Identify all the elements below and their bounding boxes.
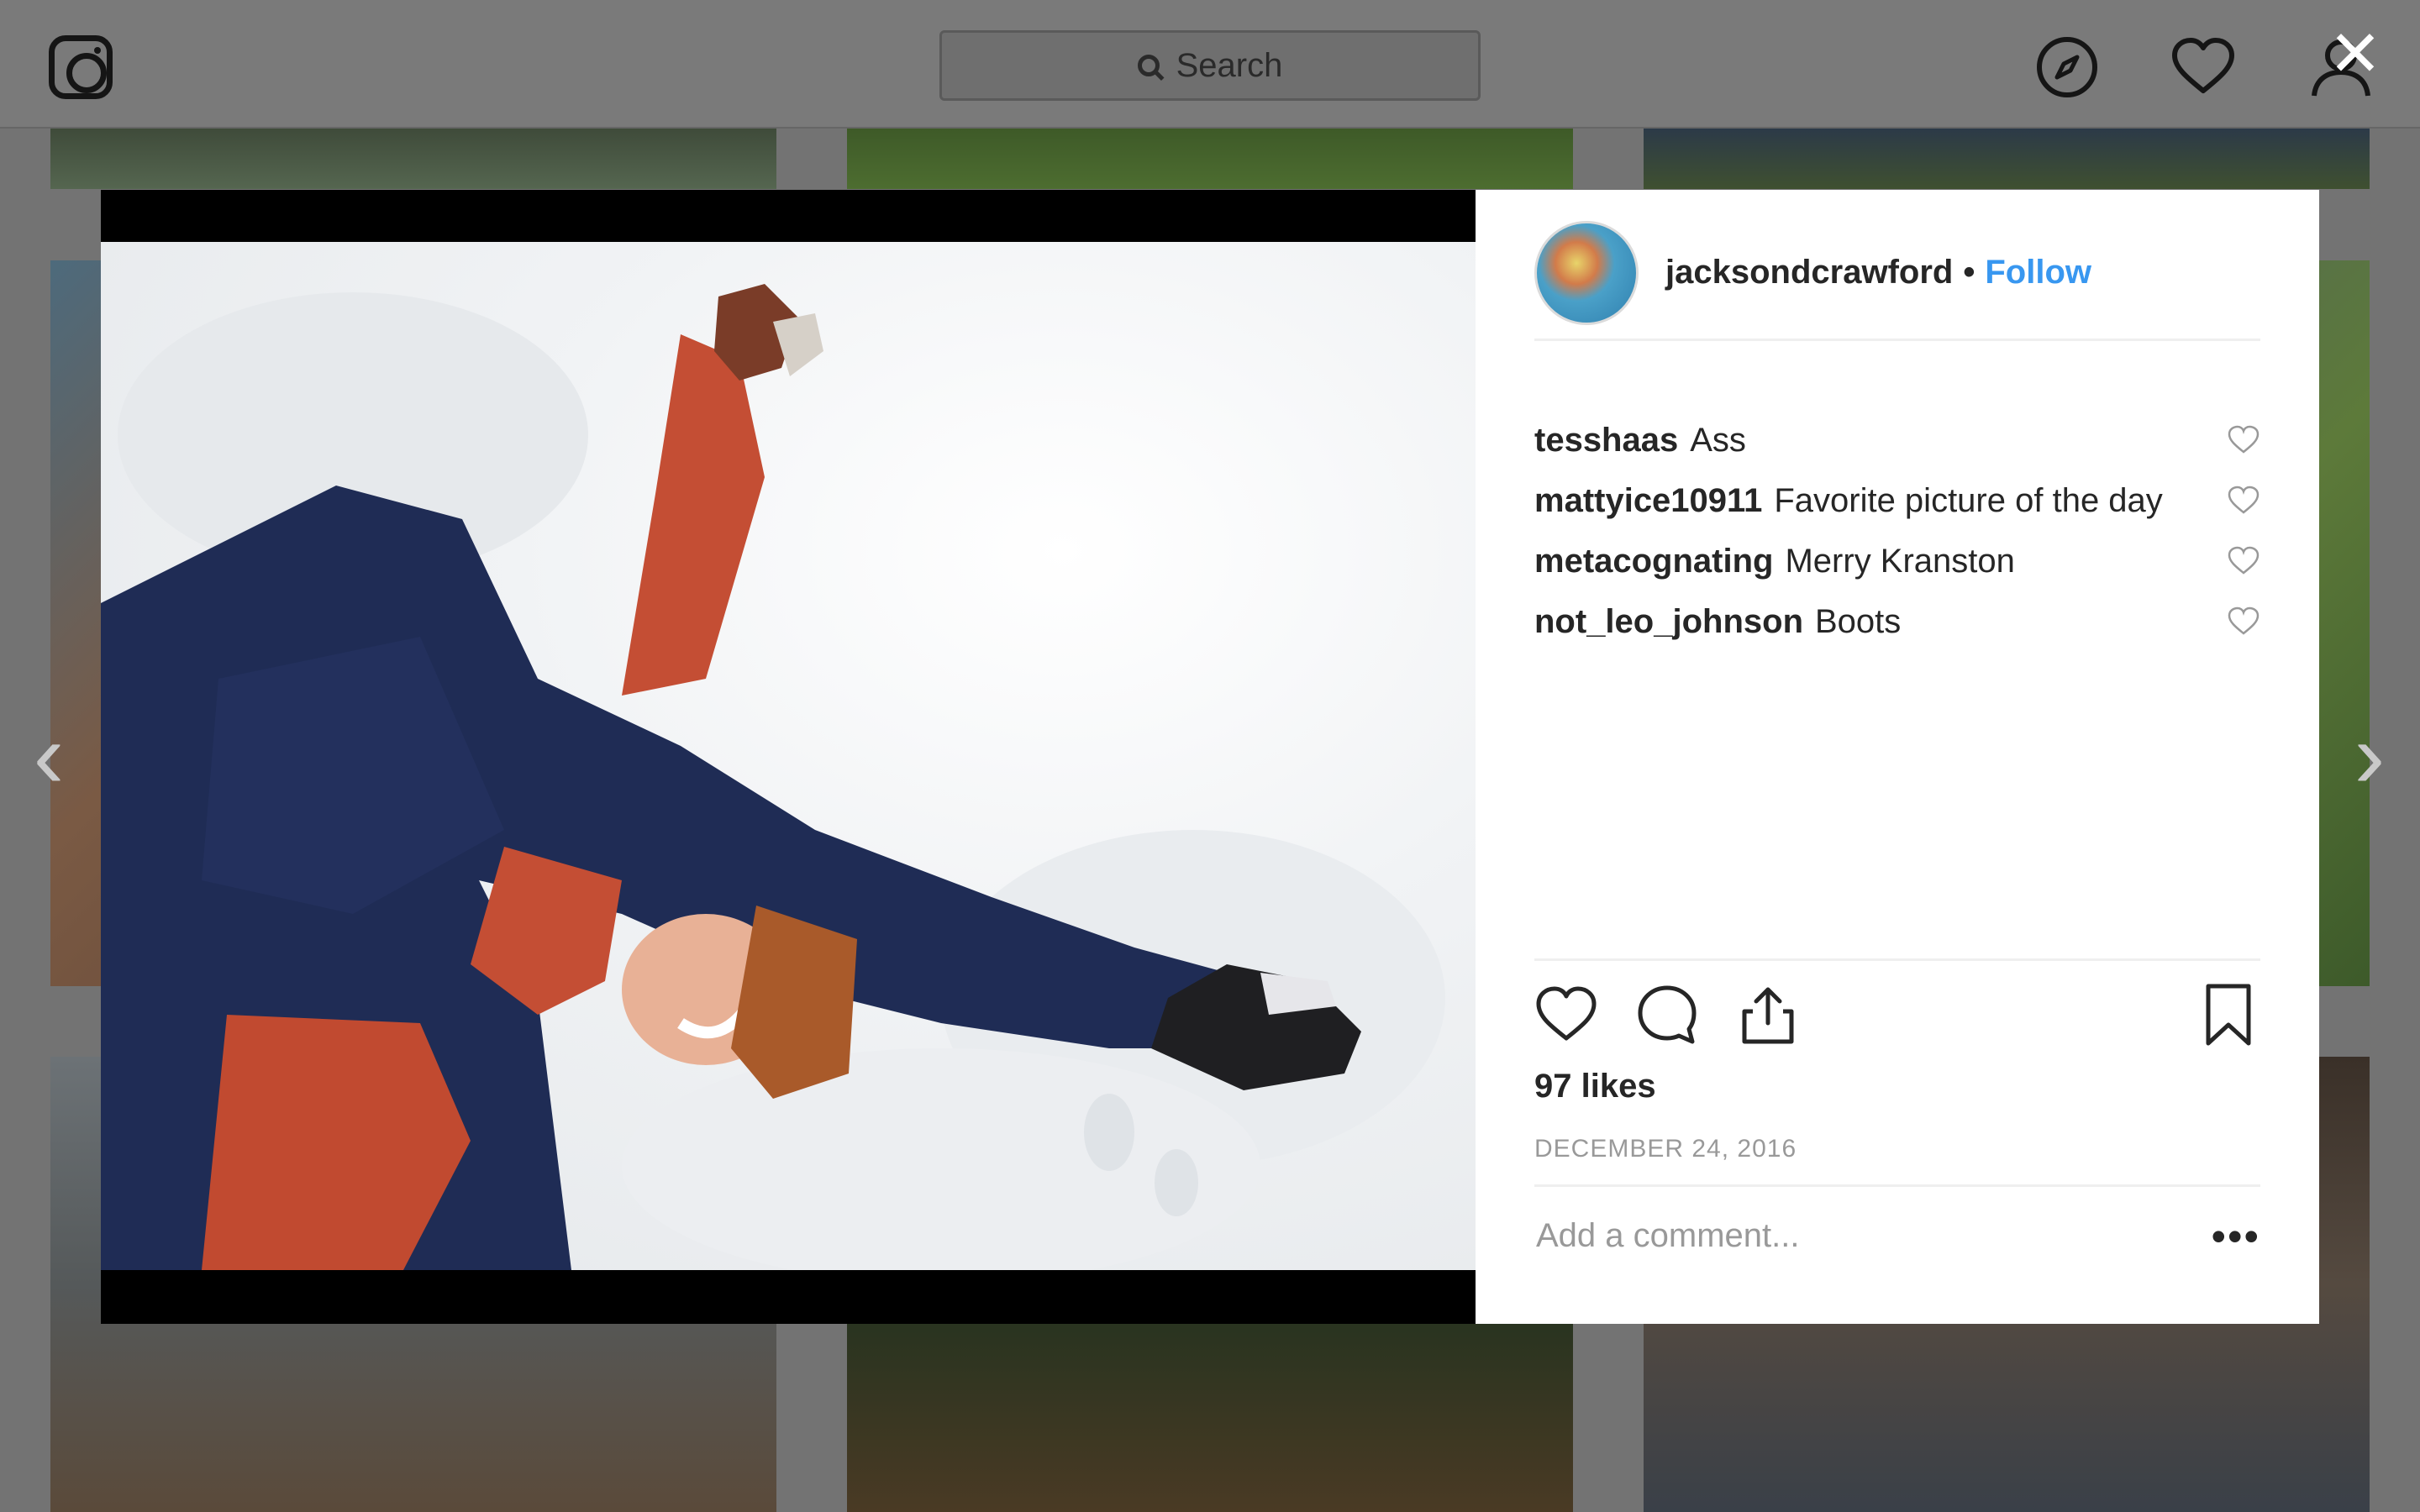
post-header: jacksondcrawford • Follow: [1534, 220, 2260, 341]
search-box[interactable]: Search: [939, 30, 1481, 101]
heart-icon[interactable]: [2170, 34, 2237, 101]
comment-row: metacognating Merry Kranston: [1534, 531, 2260, 591]
feed-tile[interactable]: [50, 129, 776, 189]
comment-username[interactable]: not_leo_johnson: [1534, 603, 1803, 640]
feed-tile[interactable]: [847, 129, 1573, 189]
comment-username[interactable]: mattyice10911: [1534, 482, 1762, 519]
post-photo[interactable]: [101, 242, 1476, 1270]
comment-username[interactable]: tesshaas: [1534, 422, 1678, 459]
follow-button[interactable]: Follow: [1985, 254, 2091, 291]
more-options-icon[interactable]: •••: [2211, 1215, 2260, 1257]
separator-dot: •: [1963, 254, 1975, 291]
comment-text: Favorite picture of the day: [1774, 481, 2163, 519]
comment-bubble-icon[interactable]: [1635, 983, 1699, 1047]
comment-row: mattyice10911 Favorite picture of the day: [1534, 470, 2260, 531]
like-comment-heart-icon[interactable]: [2227, 544, 2260, 578]
share-icon[interactable]: [1736, 983, 1800, 1047]
search-icon: [1137, 55, 1160, 76]
search-placeholder: Search: [1176, 46, 1283, 84]
add-comment-input[interactable]: [1534, 1216, 2123, 1256]
previous-post-arrow-icon[interactable]: ‹: [24, 710, 74, 802]
like-comment-heart-icon[interactable]: [2227, 484, 2260, 517]
instagram-logo-icon[interactable]: [49, 35, 113, 99]
post-details-panel: jacksondcrawford • Follow tesshaas Ass ma…: [1476, 190, 2319, 1324]
comment-row: not_leo_johnson Boots: [1534, 591, 2260, 652]
comment-row: tesshaas Ass: [1534, 410, 2260, 470]
comment-text: Ass: [1690, 421, 1746, 459]
next-post-arrow-icon[interactable]: ›: [2344, 710, 2395, 802]
comment-text: Boots: [1815, 602, 1902, 640]
top-nav-bar: Search ✕: [0, 0, 2420, 129]
like-comment-heart-icon[interactable]: [2227, 605, 2260, 638]
comment-username[interactable]: metacognating: [1534, 543, 1773, 580]
avatar[interactable]: [1534, 220, 1639, 325]
post-author-username[interactable]: jacksondcrawford: [1665, 254, 1953, 291]
post-actions-bar: [1534, 958, 2260, 1068]
likes-count[interactable]: 97 likes: [1534, 1068, 1656, 1105]
snow-angel-photo-illustration: [101, 284, 1445, 1270]
post-media: [101, 190, 1476, 1324]
post-date: DECEMBER 24, 2016: [1534, 1135, 1797, 1163]
comment-text: Merry Kranston: [1785, 542, 2015, 580]
add-comment-bar: •••: [1534, 1184, 2260, 1285]
feed-tile[interactable]: [1644, 129, 2370, 189]
post-modal: jacksondcrawford • Follow tesshaas Ass ma…: [101, 190, 2319, 1324]
close-icon[interactable]: ✕: [2326, 23, 2385, 87]
bookmark-icon[interactable]: [2196, 983, 2260, 1047]
compass-icon[interactable]: [2033, 34, 2101, 101]
like-comment-heart-icon[interactable]: [2227, 423, 2260, 457]
like-heart-icon[interactable]: [1534, 983, 1598, 1047]
comments-list: tesshaas Ass mattyice10911 Favorite pictur…: [1534, 410, 2260, 652]
